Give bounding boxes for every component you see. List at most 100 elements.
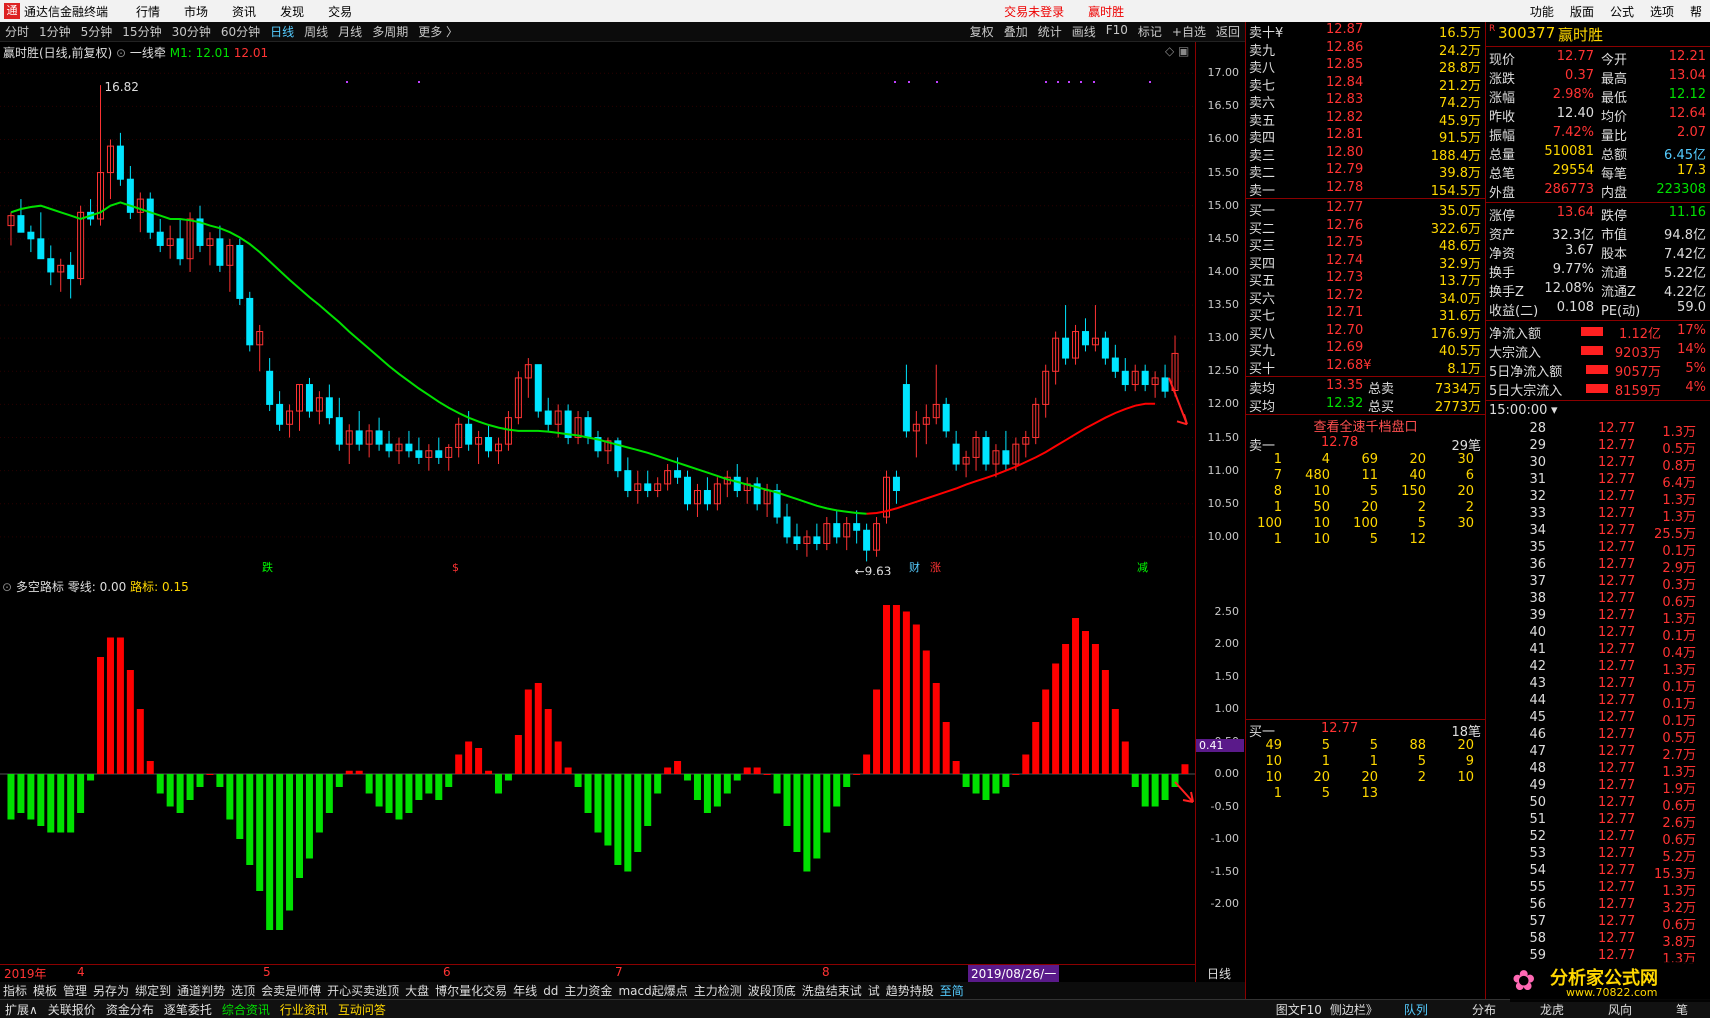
formula-tab-19[interactable]: 趋势持股 <box>886 982 934 999</box>
menu-xuanxiang[interactable]: 选项 <box>1650 3 1674 20</box>
tool-2[interactable]: 统计 <box>1038 23 1062 40</box>
event-marker-zhang[interactable]: 涨 <box>930 561 941 574</box>
sub-indicator-name[interactable]: 多空路标 <box>16 580 64 594</box>
period-tab-4[interactable]: 30分钟 <box>172 23 211 40</box>
bottom-right-tab-0[interactable]: 图文F10 <box>1276 1001 1322 1018</box>
bottom-tab-6[interactable]: 互动问答 <box>338 1001 386 1018</box>
event-marker-s[interactable]: $ <box>452 561 459 574</box>
buy-level[interactable]: 买六 12.72 34.0万 <box>1246 288 1485 307</box>
formula-tab-0[interactable]: 指标 <box>3 982 27 999</box>
sell-level[interactable]: 卖五 12.82 45.9万 <box>1246 110 1485 129</box>
sell-level[interactable]: 卖二 12.79 39.8万 <box>1246 162 1485 181</box>
formula-tab-8[interactable]: 开心买卖逃顶 <box>327 982 399 999</box>
formula-tab-2[interactable]: 管理 <box>63 982 87 999</box>
bottom-tab-5[interactable]: 行业资讯 <box>280 1001 328 1018</box>
sell-level[interactable]: 卖十¥ 12.87 16.5万 <box>1246 22 1485 41</box>
formula-tab-9[interactable]: 大盘 <box>405 982 429 999</box>
bottom-right-tab-3[interactable]: 分布 <box>1472 1001 1496 1018</box>
histogram-bar <box>534 683 542 774</box>
bottom-tab-3[interactable]: 逐笔委托 <box>164 1001 212 1018</box>
sell-level[interactable]: 卖三 12.80 188.4万 <box>1246 145 1485 164</box>
tool-4[interactable]: F10 <box>1106 23 1128 40</box>
event-marker-die[interactable]: 跌 <box>262 560 273 574</box>
period-tab-3[interactable]: 15分钟 <box>122 23 161 40</box>
formula-tab-17[interactable]: 洗盘结束试 <box>802 982 862 999</box>
tool-6[interactable]: +自选 <box>1172 23 1206 40</box>
buy-level[interactable]: 买三 12.75 48.6万 <box>1246 235 1485 254</box>
sell-level[interactable]: 卖一 12.78 154.5万 <box>1246 180 1485 199</box>
event-marker-cai[interactable]: 财 <box>909 560 920 574</box>
bottom-right-tab-4[interactable]: 龙虎 <box>1540 1001 1564 1018</box>
formula-tab-3[interactable]: 另存为 <box>93 982 129 999</box>
tool-1[interactable]: 叠加 <box>1004 23 1028 40</box>
menu-shichang[interactable]: 市场 <box>184 3 208 20</box>
period-tab-6[interactable]: 日线 <box>270 23 294 40</box>
formula-tab-14[interactable]: macd起爆点 <box>618 982 687 999</box>
menu-banmian[interactable]: 版面 <box>1570 3 1594 20</box>
tool-3[interactable]: 画线 <box>1072 23 1096 40</box>
buy-level[interactable]: 买九 12.69 40.5万 <box>1246 340 1485 359</box>
bottom-tab-0[interactable]: 扩展∧ <box>5 1001 38 1018</box>
settings-icon[interactable]: ◇ ▣ <box>1165 44 1189 58</box>
menu-zixun[interactable]: 资讯 <box>232 3 256 20</box>
sell-level[interactable]: 卖八 12.85 28.8万 <box>1246 57 1485 76</box>
formula-tab-18[interactable]: 试 <box>868 982 880 999</box>
event-marker-jian[interactable]: 减 <box>1137 561 1148 574</box>
candlestick-chart[interactable]: 16.82 ←9.63 跌 $ 财涨 减 <box>0 60 1195 575</box>
menu-gongshi[interactable]: 公式 <box>1610 3 1634 20</box>
tool-7[interactable]: 返回 <box>1216 23 1240 40</box>
menu-jiaoyi[interactable]: 交易 <box>328 3 352 20</box>
ticks-header[interactable]: 15:00:00 ▾ <box>1486 403 1710 421</box>
period-tab-7[interactable]: 周线 <box>304 23 328 40</box>
period-tab-0[interactable]: 分时 <box>5 23 29 40</box>
formula-tab-5[interactable]: 通道判势 <box>177 982 225 999</box>
tool-0[interactable]: 复权 <box>970 23 994 40</box>
sell-level[interactable]: 卖六 12.83 74.2万 <box>1246 92 1485 111</box>
period-tab-5[interactable]: 60分钟 <box>221 23 260 40</box>
formula-tab-20[interactable]: 至简 <box>940 982 964 999</box>
bottom-right-tab-2[interactable]: 队列 <box>1404 1001 1428 1018</box>
bottom-tab-2[interactable]: 资金分布 <box>106 1001 154 1018</box>
period-tab-9[interactable]: 多周期 <box>372 23 408 40</box>
buy-level[interactable]: 买四 12.74 32.9万 <box>1246 253 1485 272</box>
collapse-icon[interactable]: ⊙ <box>116 46 126 60</box>
bottom-tab-1[interactable]: 关联报价 <box>48 1001 96 1018</box>
buy-level[interactable]: 买八 12.70 176.9万 <box>1246 323 1485 342</box>
formula-tab-11[interactable]: 年线 <box>513 982 537 999</box>
menu-help[interactable]: 帮 <box>1690 3 1702 20</box>
formula-tab-10[interactable]: 博尔量化交易 <box>435 982 507 999</box>
period-tab-10[interactable]: 更多 〉 <box>418 23 458 40</box>
buy-level[interactable]: 买七 12.71 31.6万 <box>1246 305 1485 324</box>
formula-tab-7[interactable]: 会卖是师傅 <box>261 982 321 999</box>
duokong-histogram[interactable] <box>0 594 1195 964</box>
formula-tab-4[interactable]: 绑定到 <box>135 982 171 999</box>
formula-tab-6[interactable]: 选顶 <box>231 982 255 999</box>
bottom-right-tab-1[interactable]: 侧边栏》 <box>1330 1001 1378 1018</box>
period-tab-8[interactable]: 月线 <box>338 23 362 40</box>
bottom-right-tab-6[interactable]: 笔 <box>1676 1001 1688 1018</box>
login-status[interactable]: 交易未登录 <box>1004 3 1064 20</box>
menu-gongneng[interactable]: 功能 <box>1530 3 1554 20</box>
collapse-icon-2[interactable]: ⊙ <box>2 580 12 594</box>
bottom-tab-4[interactable]: 综合资讯 <box>222 1001 270 1018</box>
sell-level[interactable]: 卖七 12.84 21.2万 <box>1246 75 1485 94</box>
tool-5[interactable]: 标记 <box>1138 23 1162 40</box>
indicator-name[interactable]: 一线牵 <box>130 46 166 60</box>
menu-faxian[interactable]: 发现 <box>280 3 304 20</box>
formula-tab-12[interactable]: dd <box>543 984 558 998</box>
buy-level[interactable]: 买五 12.73 13.7万 <box>1246 270 1485 289</box>
formula-tab-15[interactable]: 主力检测 <box>694 982 742 999</box>
menu-hangqing[interactable]: 行情 <box>136 3 160 20</box>
formula-tab-13[interactable]: 主力资金 <box>564 982 612 999</box>
buy-level[interactable]: 买二 12.76 322.6万 <box>1246 218 1485 237</box>
period-tab-1[interactable]: 1分钟 <box>39 23 71 40</box>
bottom-right-tab-5[interactable]: 风向 <box>1608 1001 1632 1018</box>
full-depth-link[interactable]: 查看全速千档盘口 <box>1246 416 1485 435</box>
buy-level[interactable]: 买一 12.77 35.0万 <box>1246 200 1485 219</box>
period-tab-2[interactable]: 5分钟 <box>81 23 113 40</box>
formula-tab-1[interactable]: 模板 <box>33 982 57 999</box>
buy-level[interactable]: 买十 12.68¥ 8.1万 <box>1246 358 1485 377</box>
sell-level[interactable]: 卖九 12.86 24.2万 <box>1246 40 1485 59</box>
formula-tab-16[interactable]: 波段顶底 <box>748 982 796 999</box>
sell-level[interactable]: 卖四 12.81 91.5万 <box>1246 127 1485 146</box>
